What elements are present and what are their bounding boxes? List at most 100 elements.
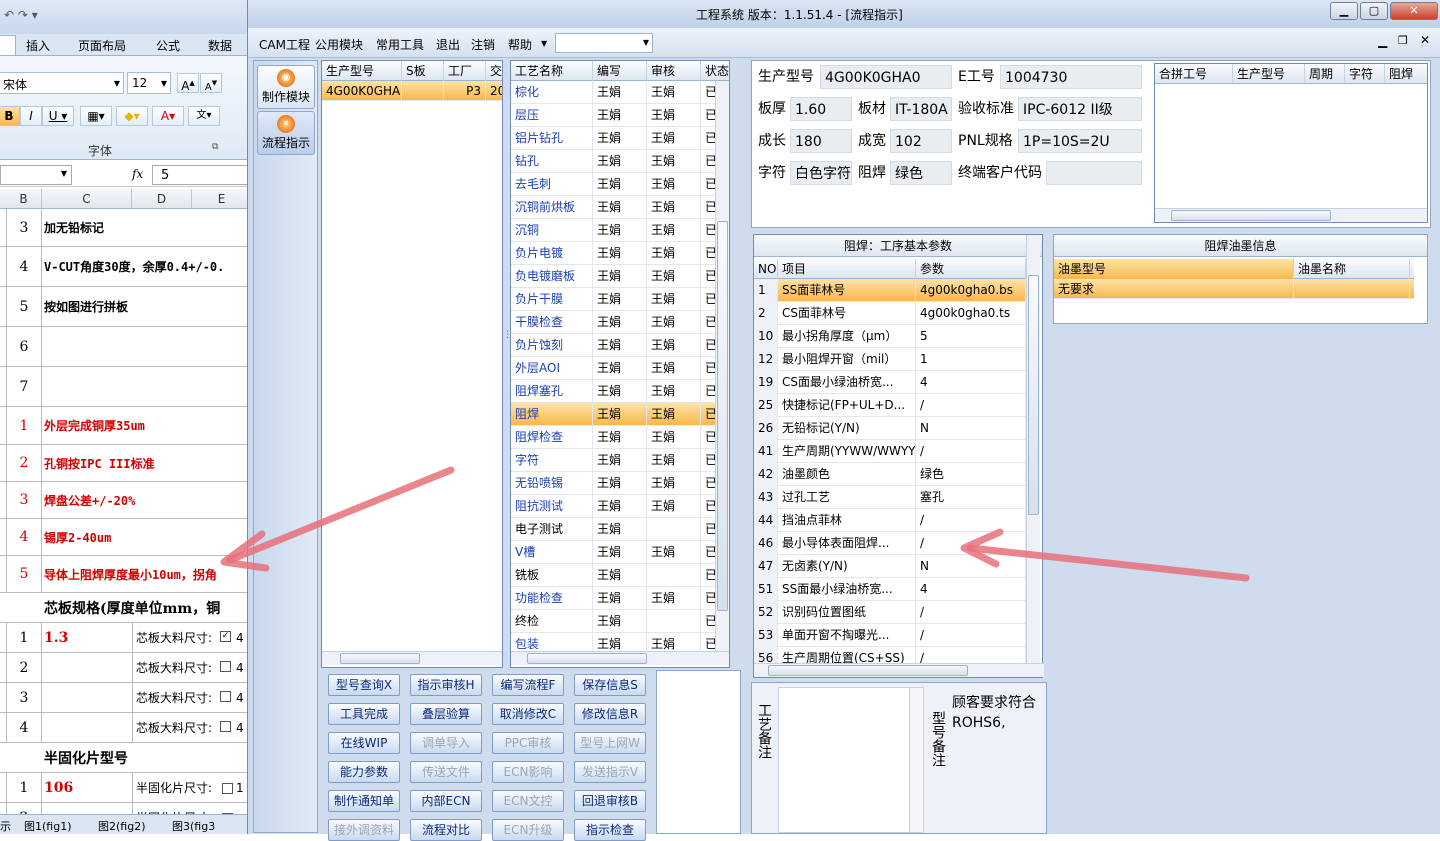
table-row[interactable]: 47 无卤素(Y/N) N xyxy=(754,555,1026,578)
table-row[interactable]: 无铅喷锡王娟王娟已审 xyxy=(511,472,729,495)
table-row[interactable]: 负片干膜王娟王娟已审 xyxy=(511,288,729,311)
menu-common-module[interactable]: 公用模块 xyxy=(315,36,363,53)
e-number-field[interactable]: 1004730 xyxy=(1000,65,1142,89)
table-row[interactable]: 阻焊检查王娟王娟已审 xyxy=(511,426,729,449)
table-row[interactable]: 阻焊塞孔王娟王娟已审 xyxy=(511,380,729,403)
sheet-tab[interactable]: 示 xyxy=(0,818,11,834)
checkbox[interactable] xyxy=(220,691,231,702)
merge-hscroll[interactable] xyxy=(1155,208,1427,222)
sheet-row[interactable]: 4 锡厚2-40um xyxy=(0,519,250,556)
column-header[interactable]: B xyxy=(6,189,42,209)
column-header[interactable]: 合拼工号 xyxy=(1155,64,1233,84)
table-row[interactable]: 阻焊王娟王娟已审 xyxy=(511,403,729,426)
font-name-select[interactable]: 宋体 ▼ xyxy=(0,72,124,94)
scroll-thumb[interactable] xyxy=(527,653,647,664)
length-field[interactable]: 180 xyxy=(790,129,852,153)
column-header[interactable]: 状态 xyxy=(701,61,729,81)
menu-help[interactable]: 帮助 xyxy=(508,36,532,53)
table-row[interactable]: 53 单面开窗不掏曝光... / xyxy=(754,624,1026,647)
column-header[interactable]: 审核 xyxy=(647,61,701,81)
formula-input[interactable]: 5 xyxy=(152,165,250,185)
action-button[interactable]: 修改信息R xyxy=(574,703,646,725)
table-row[interactable]: 41 生产周期(YYWW/WWYY) / xyxy=(754,440,1026,463)
action-button[interactable]: 制作通知单 xyxy=(328,790,400,812)
process-vscroll[interactable] xyxy=(715,81,729,651)
action-button[interactable]: 流程对比 xyxy=(410,819,482,841)
table-row[interactable]: 铣板王娟已编 xyxy=(511,564,729,587)
core-value[interactable]: 1.3 xyxy=(44,623,68,652)
column-header[interactable]: 工厂 xyxy=(444,61,486,81)
table-row[interactable]: 电子测试王娟已编 xyxy=(511,518,729,541)
fx-icon[interactable]: fx xyxy=(132,167,143,181)
column-header[interactable]: 周期 xyxy=(1305,64,1345,84)
action-button[interactable]: 内部ECN xyxy=(410,790,482,812)
sheet-row[interactable]: 2 芯板大料尺寸: 4 xyxy=(0,653,250,683)
menu-cam[interactable]: CAM工程 xyxy=(259,36,310,53)
cell-text[interactable]: 锡厚2-40um xyxy=(44,519,111,555)
action-button[interactable]: 取消修改C xyxy=(492,703,564,725)
bold-button[interactable]: B xyxy=(0,106,20,126)
process-hscroll[interactable] xyxy=(511,651,729,665)
cell-text[interactable]: 孔铜按IPC III标准 xyxy=(44,445,155,481)
action-button[interactable]: 保存信息S xyxy=(574,674,646,696)
menu-logout[interactable]: 注销 xyxy=(471,36,495,53)
table-row[interactable]: 阻抗测试王娟王娟已审 xyxy=(511,495,729,518)
table-row[interactable]: 负电镀磨板王娟王娟已审 xyxy=(511,265,729,288)
scroll-thumb[interactable] xyxy=(717,221,728,611)
sheet-tab[interactable]: 图2(fig2) xyxy=(98,818,146,834)
table-row[interactable]: 钻孔王娟王娟已审 xyxy=(511,150,729,173)
column-header[interactable]: 阻焊 xyxy=(1385,64,1427,84)
thickness-field[interactable]: 1.60 xyxy=(790,97,852,121)
action-button[interactable]: 在线WIP xyxy=(328,732,400,754)
tab-formulas[interactable]: 公式 xyxy=(156,37,180,54)
table-row[interactable]: 干膜检查王娟王娟已审 xyxy=(511,311,729,334)
column-header[interactable]: C xyxy=(42,189,132,209)
standard-field[interactable]: IPC-6012 II级 xyxy=(1018,97,1142,121)
table-row[interactable]: 字符王娟王娟已审 xyxy=(511,449,729,472)
table-row[interactable]: 43 过孔工艺 塞孔 xyxy=(754,486,1026,509)
process-remark-input[interactable] xyxy=(778,687,924,833)
action-button[interactable]: PPC审核 xyxy=(492,732,564,754)
pp-value[interactable]: 106 xyxy=(44,773,73,802)
tab-data[interactable]: 数据 xyxy=(208,37,232,54)
tab-insert[interactable]: 插入 xyxy=(26,37,50,54)
action-button[interactable]: 接外调资料 xyxy=(328,819,400,841)
width-field[interactable]: 102 xyxy=(890,129,952,153)
table-row[interactable]: 42 油墨颜色 绿色 xyxy=(754,463,1026,486)
nav-make-module[interactable]: ◉ 制作模块 xyxy=(257,65,315,109)
cell-text[interactable]: V-CUT角度30度，余厚0.4+/-0. xyxy=(44,247,224,286)
column-header[interactable]: E xyxy=(192,189,250,209)
sheet-row[interactable]: 3 加无铅标记 xyxy=(0,209,250,247)
sheet-tab[interactable]: 图3(fig3 xyxy=(172,818,215,834)
sheet-row[interactable]: 1 外层完成铜厚35um xyxy=(0,407,250,445)
column-header[interactable]: 参数 xyxy=(916,259,1026,279)
cell-text[interactable]: 导体上阻焊厚度最小10um，拐角 xyxy=(44,556,217,592)
column-header[interactable]: S板 xyxy=(402,61,444,81)
customer-code-field[interactable] xyxy=(1046,161,1142,185)
column-header[interactable]: 工艺名称 xyxy=(511,61,593,81)
action-button[interactable]: 指示审核H xyxy=(410,674,482,696)
table-row[interactable]: 终检王娟已编 xyxy=(511,610,729,633)
column-header[interactable]: 项目 xyxy=(778,259,916,279)
action-button[interactable]: 型号上网W xyxy=(574,732,646,754)
mdi-minimize-icon[interactable]: ▁ xyxy=(1378,34,1387,48)
menu-exit[interactable]: 退出 xyxy=(436,36,460,53)
table-row[interactable]: 层压王娟王娟已审 xyxy=(511,104,729,127)
table-row[interactable]: 无要求 xyxy=(1054,279,1414,299)
table-row[interactable]: 2 CS面菲林号 4g00k0gha0.ts xyxy=(754,302,1026,325)
chevron-down-icon[interactable]: ▼ xyxy=(541,39,547,48)
border-button[interactable]: ▦▾ xyxy=(80,106,112,126)
table-row[interactable]: 沉铜王娟王娟已审 xyxy=(511,219,729,242)
column-header[interactable]: 油墨型号 xyxy=(1054,259,1294,279)
underline-button[interactable]: U ▾ xyxy=(42,106,74,126)
action-button[interactable]: 工具完成 xyxy=(328,703,400,725)
action-button[interactable]: ECN文控 xyxy=(492,790,564,812)
char-field[interactable]: 白色字符 xyxy=(790,161,852,185)
tab-home[interactable] xyxy=(0,35,16,55)
pnl-field[interactable]: 1P=10S=2U xyxy=(1018,129,1142,153)
sheet-row[interactable]: 1 106 半固化片尺寸: 1 xyxy=(0,773,250,803)
table-row[interactable]: 10 最小拐角厚度（μm） 5 xyxy=(754,325,1026,348)
tab-page-layout[interactable]: 页面布局 xyxy=(78,37,126,54)
undo-icon[interactable]: ↶ ↷ ▾ xyxy=(4,8,38,22)
table-row[interactable]: V槽王娟王娟已审 xyxy=(511,541,729,564)
